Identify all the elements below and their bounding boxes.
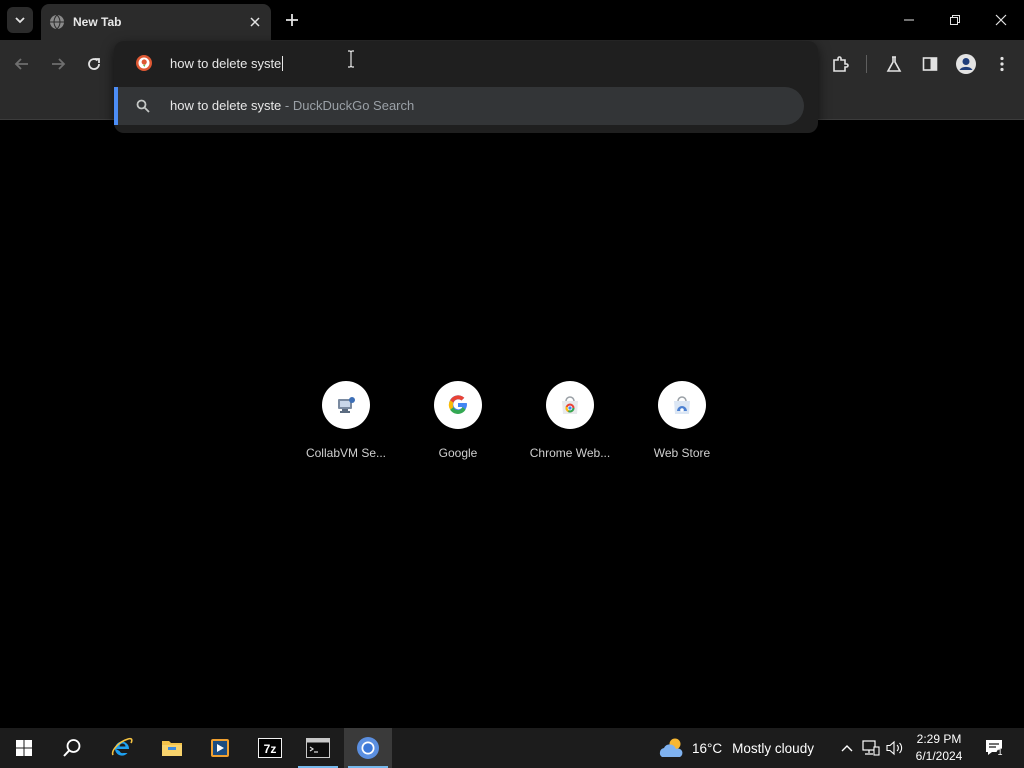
taskbar-media-player[interactable] — [196, 728, 244, 768]
suggestion-query: how to delete syste — [170, 98, 282, 113]
shortcut-label: Google — [438, 446, 478, 460]
minimize-button[interactable] — [886, 0, 932, 40]
action-center-button[interactable]: 1 — [980, 728, 1010, 768]
chevron-up-icon — [841, 745, 853, 752]
weather-widget[interactable]: 16°C Mostly cloudy — [658, 728, 814, 768]
suggestion-separator: - — [281, 98, 293, 113]
taskbar-7zip[interactable]: 7z — [246, 728, 294, 768]
shortcut-web-store[interactable]: Web Store — [626, 380, 738, 470]
back-button[interactable] — [8, 50, 36, 78]
volume-icon — [886, 740, 903, 756]
show-hidden-icons-button[interactable] — [838, 739, 856, 757]
close-icon — [995, 14, 1007, 26]
7zip-icon: 7z — [258, 738, 282, 758]
more-vert-icon — [1000, 56, 1004, 72]
shortcut-icon-container — [322, 381, 370, 429]
terminal-icon — [306, 738, 330, 758]
restore-icon — [950, 15, 960, 25]
new-tab-button[interactable] — [280, 8, 304, 32]
omnibox-suggestion[interactable]: how to delete syste - DuckDuckGo Search — [114, 87, 804, 125]
taskbar-internet-explorer[interactable] — [98, 728, 146, 768]
plus-icon — [286, 14, 298, 26]
restore-button[interactable] — [932, 0, 978, 40]
folder-icon — [162, 741, 182, 756]
title-bar: New Tab — [0, 0, 1024, 40]
svg-text:7z: 7z — [264, 742, 277, 756]
taskbar: 7z 16°C Mostly cloudy 2:29 PM 6/1/2024 1 — [0, 728, 1024, 768]
media-player-icon — [211, 739, 229, 757]
chevron-down-icon — [15, 17, 25, 24]
labs-button[interactable] — [880, 50, 908, 78]
minimize-icon — [904, 19, 914, 21]
menu-button[interactable] — [988, 50, 1016, 78]
omnibox-popup: how to delete syste how to delete syste … — [114, 41, 818, 133]
taskbar-clock[interactable]: 2:29 PM 6/1/2024 — [906, 731, 972, 765]
suggestion-text: how to delete syste - DuckDuckGo Search — [170, 98, 414, 113]
reload-button[interactable] — [80, 50, 108, 78]
collabvm-icon — [338, 397, 355, 413]
search-icon — [63, 739, 81, 757]
globe-icon — [49, 14, 65, 30]
shortcut-label: CollabVM Se... — [305, 446, 387, 460]
tab-title: New Tab — [73, 15, 122, 29]
shortcut-collabvm[interactable]: CollabVM Se... — [290, 380, 402, 470]
taskbar-file-explorer[interactable] — [148, 728, 196, 768]
shortcut-icon-container — [658, 381, 706, 429]
shortcut-label: Chrome Web... — [529, 446, 611, 460]
reload-icon — [88, 58, 100, 70]
close-window-button[interactable] — [978, 0, 1024, 40]
side-panel-button[interactable] — [916, 50, 944, 78]
weather-temperature: 16°C — [692, 740, 723, 756]
clock-date: 6/1/2024 — [915, 749, 963, 763]
duckduckgo-icon — [136, 55, 152, 71]
arrow-left-icon — [14, 58, 28, 70]
clock-time: 2:29 PM — [916, 732, 962, 746]
ntp-shortcuts: CollabVM Se... Google Chrome Web... Web … — [290, 380, 736, 470]
suggestion-provider: DuckDuckGo Search — [292, 98, 415, 113]
shortcut-icon-container — [434, 381, 482, 429]
network-tray-button[interactable] — [862, 739, 880, 757]
volume-tray-button[interactable] — [886, 739, 904, 757]
shortcut-chrome-web-store[interactable]: Chrome Web... — [514, 380, 626, 470]
extensions-button[interactable] — [826, 50, 854, 78]
notification-count: 1 — [997, 747, 1003, 757]
chrome-icon — [357, 737, 379, 759]
ibeam-cursor-icon — [346, 50, 356, 68]
chrome-web-store-icon — [562, 396, 578, 414]
shortcut-icon-container — [546, 381, 594, 429]
address-input-value: how to delete syste — [170, 55, 282, 71]
close-tab-icon[interactable] — [247, 14, 263, 30]
network-icon — [862, 740, 880, 756]
partly-cloudy-icon — [659, 738, 683, 757]
address-input[interactable]: how to delete syste — [170, 54, 284, 72]
tab-search-button[interactable] — [7, 7, 33, 33]
side-panel-icon — [922, 57, 938, 71]
web-store-icon — [674, 396, 690, 414]
weather-condition: Mostly cloudy — [732, 740, 814, 756]
start-button[interactable] — [0, 728, 48, 768]
taskbar-chrome[interactable] — [344, 728, 392, 768]
internet-explorer-icon — [111, 737, 133, 756]
text-caret — [282, 55, 284, 71]
tab-new-tab[interactable]: New Tab — [41, 4, 271, 40]
address-bar[interactable]: how to delete syste — [114, 41, 818, 85]
suggestion-selected-indicator — [114, 87, 118, 125]
flask-icon — [886, 56, 902, 72]
taskbar-command-prompt[interactable] — [294, 728, 342, 768]
toolbar-divider — [866, 55, 867, 73]
windows-logo-icon — [16, 740, 32, 756]
forward-button[interactable] — [44, 50, 72, 78]
profile-button[interactable] — [952, 50, 980, 78]
search-icon — [136, 99, 150, 113]
shortcut-label: Web Store — [653, 446, 711, 460]
taskbar-search-button[interactable] — [48, 728, 96, 768]
arrow-right-icon — [52, 58, 66, 70]
puzzle-icon — [833, 56, 849, 72]
shortcut-google[interactable]: Google — [402, 380, 514, 470]
avatar-icon — [956, 54, 976, 74]
google-icon — [448, 395, 467, 414]
